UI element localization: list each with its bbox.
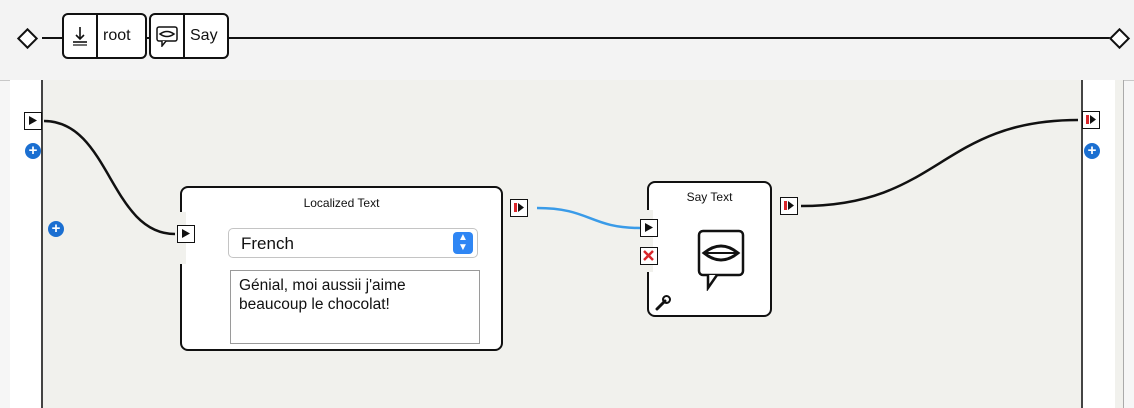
localized-text-field[interactable]: Génial, moi aussii j'aime beaucoup le ch… bbox=[230, 270, 480, 344]
say-text-output-port[interactable] bbox=[780, 197, 798, 215]
select-updown-icon: ▲ ▼ bbox=[453, 232, 473, 254]
add-input-plus-icon[interactable]: + bbox=[25, 143, 41, 159]
say-text-title: Say Text bbox=[686, 190, 733, 204]
onstopped-output-port[interactable] bbox=[1082, 111, 1100, 129]
connection-wires bbox=[43, 118, 1079, 236]
add-output-plus-icon[interactable]: + bbox=[1084, 143, 1100, 159]
wire-onstart-to-localized bbox=[43, 119, 176, 236]
wire-saytext-to-onstopped bbox=[800, 118, 1079, 208]
lips-speech-icon bbox=[697, 229, 747, 296]
add-parameter-plus-icon[interactable]: + bbox=[48, 221, 64, 237]
language-select[interactable]: French ▲ ▼ bbox=[228, 228, 478, 258]
say-text-stop-port[interactable] bbox=[640, 247, 658, 265]
localized-text-title: Localized Text bbox=[303, 196, 380, 210]
localized-text-output-port[interactable] bbox=[510, 199, 528, 217]
say-text-input-port[interactable] bbox=[640, 219, 658, 237]
localized-text-input-port[interactable] bbox=[177, 225, 195, 243]
wrench-icon[interactable] bbox=[655, 295, 671, 316]
language-select-value: French bbox=[241, 234, 294, 253]
onstart-input-port[interactable] bbox=[24, 112, 42, 130]
say-text-box[interactable]: Say Text bbox=[647, 181, 772, 317]
wire-localized-to-saytext bbox=[536, 206, 641, 230]
